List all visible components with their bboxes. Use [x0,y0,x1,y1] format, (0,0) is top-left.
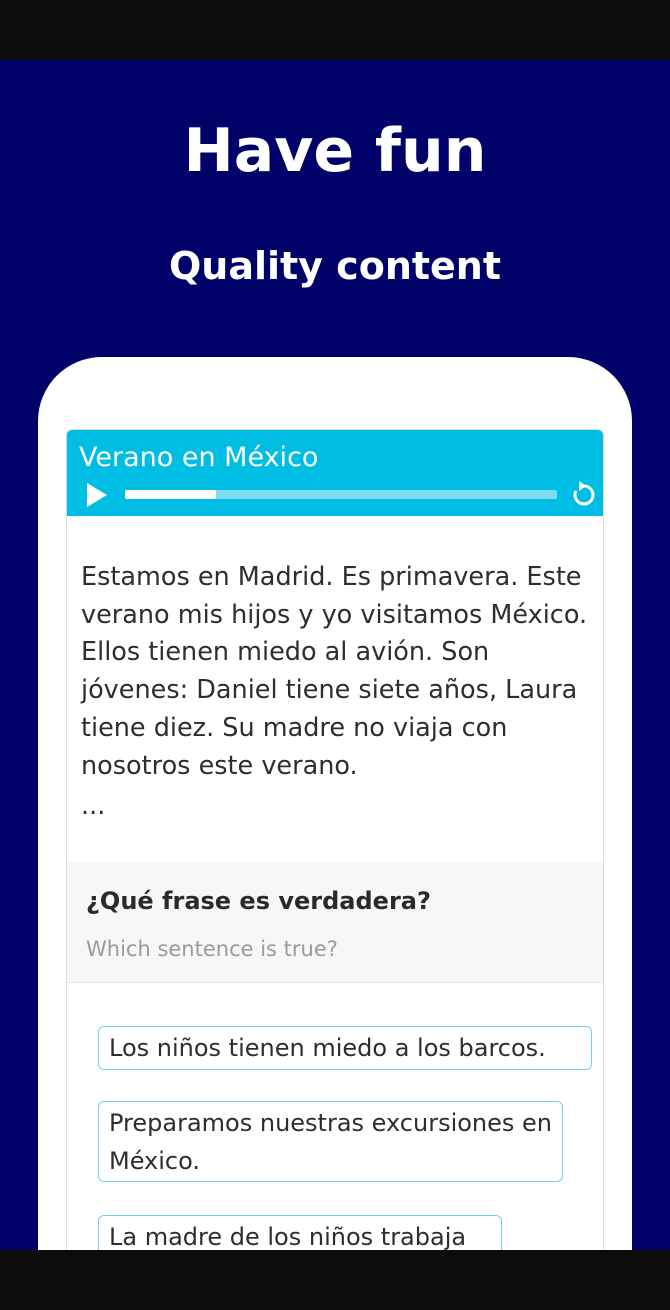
story-text: Estamos en Madrid. Es primavera. Este ve… [81,562,588,781]
status-bar [0,0,670,60]
promo-headline: Have fun [183,116,487,186]
phone-mockup: Verano en México Estamos en Madrid. Es p… [38,357,632,1250]
lesson-card: Verano en México Estamos en Madrid. Es p… [66,429,604,1250]
story-continuation: ... [81,791,106,821]
answer-option[interactable]: La madre de los niños trabaja [98,1215,502,1250]
play-icon [87,483,107,507]
audio-player: Verano en México [67,430,603,516]
answer-option[interactable]: Preparamos nuestras excursiones en Méxic… [98,1101,563,1182]
story-title: Verano en México [79,442,319,473]
promo-screen: Have fun Quality content Verano en Méxic… [0,60,670,1250]
replay-icon [573,481,595,506]
answer-option[interactable]: Los niños tienen miedo a los barcos. [98,1026,592,1070]
question-panel: ¿Qué frase es verdadera? Which sentence … [67,862,603,983]
audio-progress-fill [125,490,216,499]
play-button[interactable] [85,482,109,508]
navigation-bar [0,1250,670,1310]
replay-button[interactable] [570,481,598,509]
question-translation: Which sentence is true? [86,937,338,961]
question-text: ¿Qué frase es verdadera? [86,887,431,915]
audio-progress-bar[interactable] [125,490,557,499]
promo-subheadline: Quality content [168,244,502,288]
